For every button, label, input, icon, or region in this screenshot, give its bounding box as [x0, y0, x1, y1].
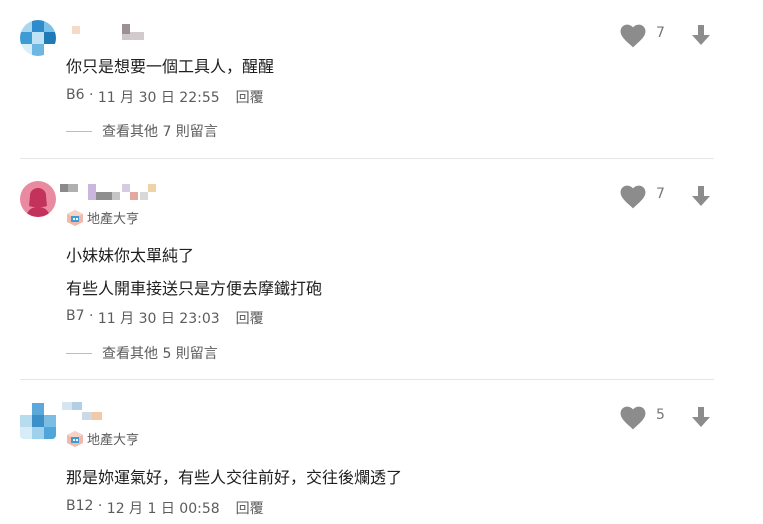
arrow-down-icon[interactable]	[689, 184, 713, 208]
view-more-replies[interactable]: 查看其他 5 則留言	[66, 343, 218, 363]
heart-icon[interactable]	[620, 406, 646, 430]
floor-number: B7	[66, 308, 85, 324]
view-more-label: 查看其他 7 則留言	[102, 124, 218, 140]
comment-time: 11 月 30 日 23:03	[97, 311, 220, 327]
comment-meta: B6 · 11 月 30 日 22:55 回覆	[66, 87, 264, 107]
arrow-down-icon[interactable]	[689, 405, 713, 429]
realestate-badge: 地產大亨	[66, 429, 139, 448]
comment-text-line: 有些人開車接送只是方便去摩鐵打砲	[66, 279, 323, 298]
comment-text-line: 小妹妹你太單純了	[66, 246, 195, 265]
comment-text-line: 你只是想要一個工具人，醒醒	[66, 57, 275, 76]
reply-button[interactable]: 回覆	[236, 87, 264, 107]
dash-divider	[66, 352, 92, 354]
comment-text-line: 那是妳運氣好，有些人交往前好，交往後爛透了	[66, 468, 403, 487]
meta-separator: ·	[84, 87, 98, 103]
avatar[interactable]	[20, 20, 56, 56]
dash-divider	[66, 130, 92, 132]
comment-divider	[20, 158, 714, 159]
comment-meta: B7 · 11 月 30 日 23:03 回覆	[66, 308, 264, 328]
view-more-label: 查看其他 5 則留言	[102, 346, 218, 362]
like-count: 7	[656, 186, 665, 202]
meta-separator: ·	[84, 308, 98, 324]
reply-button[interactable]: 回覆	[236, 308, 264, 328]
comment-time: 12 月 1 日 00:58	[106, 501, 220, 517]
avatar-mosaic	[20, 20, 56, 56]
realestate-badge-icon	[67, 209, 83, 226]
comment-meta: B12 · 12 月 1 日 00:58 回覆	[66, 498, 264, 518]
avatar[interactable]	[20, 181, 56, 217]
reply-button[interactable]: 回覆	[236, 498, 264, 518]
floor-number: B12	[66, 498, 94, 514]
heart-icon[interactable]	[620, 24, 646, 48]
female-avatar-icon	[26, 188, 50, 217]
avatar-mosaic	[20, 403, 56, 439]
badge-label: 地產大亨	[87, 212, 140, 227]
badge-label: 地產大亨	[87, 433, 140, 448]
author-name-mosaic[interactable]	[62, 402, 122, 422]
comment-divider	[20, 379, 714, 380]
view-more-replies[interactable]: 查看其他 7 則留言	[66, 121, 218, 141]
meta-separator: ·	[93, 498, 107, 514]
avatar[interactable]	[20, 403, 56, 439]
realestate-badge: 地產大亨	[66, 208, 139, 227]
like-count: 7	[656, 25, 665, 41]
author-name-mosaic[interactable]	[60, 184, 170, 204]
floor-number: B6	[66, 87, 85, 103]
realestate-badge-icon	[67, 430, 83, 447]
like-count: 5	[656, 407, 665, 423]
heart-icon[interactable]	[620, 185, 646, 209]
author-name-mosaic[interactable]	[66, 24, 146, 40]
comment-time: 11 月 30 日 22:55	[97, 90, 220, 106]
arrow-down-icon[interactable]	[689, 23, 713, 47]
